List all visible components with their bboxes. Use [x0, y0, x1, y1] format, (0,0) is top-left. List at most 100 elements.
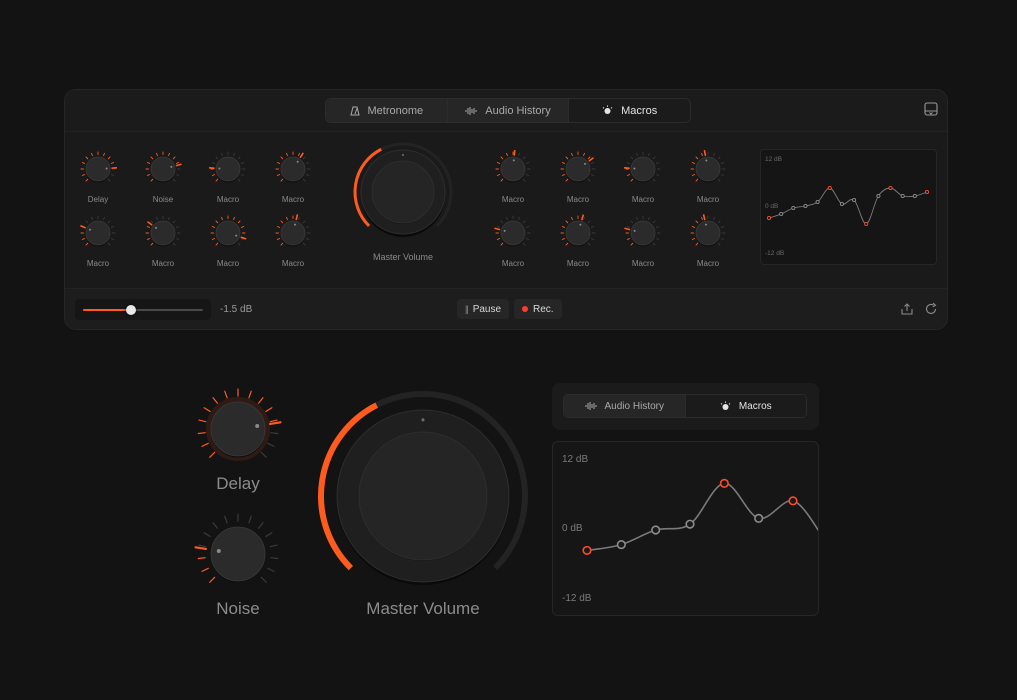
transport-bar: -1.5 dB || Pause Rec. [65, 288, 947, 330]
knob-tick [104, 153, 105, 155]
knob-tick [210, 577, 215, 582]
knob-tick [591, 239, 593, 240]
share-icon[interactable] [900, 302, 914, 316]
knob-tick [111, 162, 113, 163]
knob-value-marker [589, 158, 593, 161]
knob-tick [526, 175, 528, 176]
knob-tick [696, 157, 698, 159]
knob-tick [198, 558, 205, 559]
knob-indicator [705, 160, 707, 162]
refresh-icon[interactable] [924, 302, 938, 316]
slider-thumb[interactable] [126, 305, 136, 315]
volume-slider[interactable] [75, 299, 211, 320]
knob-tick [303, 157, 305, 159]
knob-tick [566, 243, 568, 245]
knob-label: Macro [68, 259, 128, 268]
knob-body [151, 221, 175, 245]
macro-knob[interactable]: Delay [78, 150, 118, 196]
noise-knob[interactable] [188, 504, 288, 604]
knob-tick [259, 523, 263, 528]
master-volume-knob-large[interactable] [313, 380, 533, 590]
knob-tick [718, 221, 720, 223]
pause-icon: || [465, 304, 468, 314]
knob-tick [523, 221, 525, 223]
macro-knob[interactable]: Macro [143, 214, 183, 260]
knob-label: Macro [548, 195, 608, 204]
volume-readout: -1.5 dB [220, 304, 252, 315]
waveform-icon [585, 401, 597, 411]
tab-audio-history[interactable]: Audio History [448, 99, 570, 122]
tab-macros[interactable]: Macros [569, 99, 690, 122]
knob-tick [111, 239, 113, 240]
macro-knob[interactable]: Macro [688, 150, 728, 196]
chart-plot [761, 150, 938, 266]
delay-knob[interactable] [188, 382, 288, 482]
macro-knob[interactable]: Macro [273, 214, 313, 260]
knob-tick [303, 179, 305, 181]
knob-tick [266, 408, 272, 412]
record-button[interactable]: Rec. [514, 299, 562, 319]
macros-icon [720, 401, 731, 412]
knob-tick [212, 162, 214, 163]
knob-tick [306, 239, 308, 240]
metronome-icon [350, 106, 360, 116]
data-point [721, 480, 729, 488]
macro-knob[interactable]: Macro [493, 214, 533, 260]
knob-tick [692, 175, 694, 176]
knob-tick [151, 221, 153, 223]
knob-label: Macro [613, 259, 673, 268]
knob-tick [277, 175, 279, 176]
knob-tick [721, 239, 723, 240]
knob-body [216, 221, 240, 245]
macro-knob[interactable]: Macro [208, 150, 248, 196]
tab-metronome[interactable]: Metronome [326, 99, 448, 122]
knob-indicator [170, 166, 172, 168]
knob-body [696, 157, 720, 181]
macro-knob[interactable]: Macro [623, 150, 663, 196]
macro-knob[interactable]: Macro [558, 214, 598, 260]
knob-tick [216, 243, 218, 245]
knob-tick [176, 162, 178, 163]
knob-tick [497, 175, 499, 176]
knob-indicator [513, 159, 515, 161]
record-label: Rec. [533, 304, 554, 315]
knob-tick [497, 226, 499, 227]
tab-audio-history-large[interactable]: Audio History [564, 395, 686, 417]
noise-label: Noise [188, 599, 288, 619]
macro-knob[interactable]: Macro [623, 214, 663, 260]
knob-tick [271, 558, 278, 559]
knob-tick [523, 179, 525, 181]
master-volume-knob[interactable]: Master Volume [348, 142, 458, 252]
knob-indicator [89, 229, 91, 231]
macro-knob[interactable]: Macro [273, 150, 313, 196]
knob-indicator [106, 167, 108, 169]
knob-tick [566, 221, 568, 223]
macro-knob[interactable]: Macro [688, 214, 728, 260]
knob-body [86, 221, 110, 245]
pause-button[interactable]: || Pause [457, 299, 509, 319]
macro-knob[interactable]: Noise [143, 150, 183, 196]
macro-knob[interactable]: Macro [558, 150, 598, 196]
knob-tick [238, 221, 240, 223]
knob-tick [653, 243, 655, 245]
data-point [901, 194, 904, 197]
knob-label: Noise [133, 195, 193, 204]
knob-body [211, 527, 265, 581]
knob-tick [696, 221, 698, 223]
knob-tick [173, 221, 175, 223]
knob-tick [212, 239, 214, 240]
macro-knob[interactable]: Macro [208, 214, 248, 260]
macro-knob[interactable]: Macro [78, 214, 118, 260]
knob-value-marker [625, 228, 629, 229]
macro-knob[interactable]: Macro [493, 150, 533, 196]
knob-tick [86, 179, 88, 181]
knob-tick [591, 162, 593, 163]
knob-body [696, 221, 720, 245]
data-point [816, 200, 819, 203]
knob-indicator [705, 224, 707, 226]
panel-layout-icon[interactable] [924, 102, 938, 116]
tab-macros-large[interactable]: Macros [686, 395, 807, 417]
knob-label: Macro [263, 259, 323, 268]
knob-tick [176, 239, 178, 240]
data-point [865, 222, 868, 225]
